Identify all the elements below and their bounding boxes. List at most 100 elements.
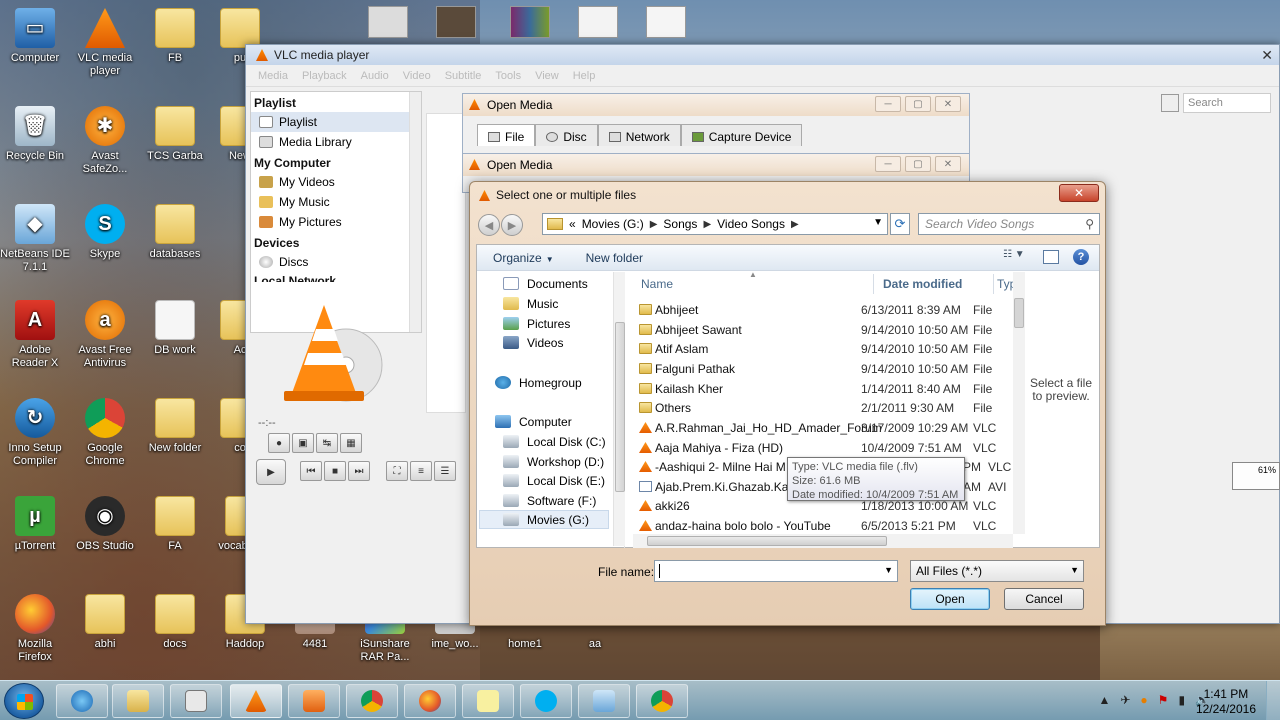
desktop-icon-db-work[interactable]: DB work	[140, 300, 210, 357]
snapshot-button[interactable]: ▣	[292, 433, 314, 453]
desktop-icon-docs[interactable]: docs	[140, 594, 210, 651]
playlist-toggle-button[interactable]: ☰	[434, 461, 456, 481]
nav-item-software-f[interactable]: Software (F:)	[503, 491, 596, 510]
desktop-icon-new-folder[interactable]: New folder	[140, 398, 210, 455]
column-divider[interactable]	[993, 274, 994, 294]
file-row[interactable]: Abhijeet Sawant 9/14/2010 10:50 AM File	[633, 320, 1017, 339]
nav-item-pictures[interactable]: Pictures	[503, 314, 570, 333]
record-button[interactable]: ●	[268, 433, 290, 453]
new-folder-button[interactable]: New folder	[570, 251, 659, 265]
taskbar-chrome[interactable]	[346, 684, 398, 718]
close-icon[interactable]: ✕	[935, 96, 961, 112]
search-input[interactable]: Search Video Songs ⚲	[918, 213, 1100, 235]
nav-item-local-disk-e[interactable]: Local Disk (E:)	[503, 471, 605, 490]
chevron-down-icon[interactable]: ▼	[873, 217, 883, 228]
sidebar-item-playlist[interactable]: Playlist	[251, 112, 421, 132]
file-row[interactable]: Falguni Pathak 9/14/2010 10:50 AM File	[633, 359, 1017, 378]
maximize-icon[interactable]: ▢	[905, 156, 931, 172]
breadcrumb-video-songs[interactable]: Video Songs	[717, 217, 785, 231]
desktop-file-thumb[interactable]	[368, 6, 408, 38]
desktop-icon-inno-setup[interactable]: ↻ Inno Setup Compiler	[0, 398, 70, 468]
breadcrumb-overflow[interactable]: «	[569, 217, 576, 231]
previous-button[interactable]: ⏮	[300, 461, 322, 481]
playlist-search-input[interactable]: Search	[1183, 93, 1271, 113]
open-button[interactable]: Open	[910, 588, 990, 610]
file-row[interactable]: Atif Aslam 9/14/2010 10:50 AM File	[633, 339, 1017, 358]
preview-pane-icon[interactable]	[1043, 250, 1059, 264]
fullscreen-button[interactable]: ⛶	[386, 461, 408, 481]
nav-item-movies-g[interactable]: Movies (G:)	[479, 510, 609, 529]
nav-item-videos[interactable]: Videos	[503, 333, 563, 352]
menu-playback[interactable]: Playback	[302, 70, 347, 82]
help-icon[interactable]: ?	[1073, 249, 1089, 265]
sidebar-scrollbar[interactable]	[409, 92, 421, 332]
file-list-horizontal-scrollbar[interactable]	[633, 534, 1013, 548]
breadcrumb-songs[interactable]: Songs	[663, 217, 697, 231]
file-list-vertical-scrollbar[interactable]	[1013, 272, 1025, 534]
taskbar-skype[interactable]	[520, 684, 572, 718]
sidebar-item-my-videos[interactable]: My Videos	[251, 172, 421, 192]
open-media-title-bar[interactable]: Open Media ─ ▢ ✕	[463, 94, 969, 116]
organize-button[interactable]: Organize ▼	[477, 251, 570, 265]
scrollbar-thumb[interactable]	[647, 536, 887, 546]
minimize-icon[interactable]: ─	[875, 156, 901, 172]
desktop-icon-utorrent[interactable]: µ µTorrent	[0, 496, 70, 553]
file-name-input[interactable]: ▼	[654, 560, 898, 582]
desktop-icon-fa[interactable]: FA	[140, 496, 210, 553]
sidebar-item-discs[interactable]: Discs	[251, 252, 421, 272]
stop-button[interactable]: ■	[324, 461, 346, 481]
chevron-right-icon[interactable]: ▶	[650, 219, 658, 230]
tab-network[interactable]: Network	[597, 124, 681, 146]
desktop-icon-adobe-reader[interactable]: A Adobe Reader X	[0, 300, 70, 370]
clock[interactable]: 1:41 PM 12/24/2016	[1196, 687, 1256, 717]
desktop-icon-avast-safezone[interactable]: ✱ Avast SafeZo...	[70, 106, 140, 176]
tab-capture-device[interactable]: Capture Device	[680, 124, 803, 146]
desktop-image-thumb[interactable]	[436, 6, 476, 38]
column-name[interactable]: Name	[641, 277, 673, 291]
network-signal-icon[interactable]: ▮	[1178, 693, 1185, 707]
sidebar-item-my-music[interactable]: My Music	[251, 192, 421, 212]
network-tray-icon[interactable]: ✈	[1120, 693, 1130, 707]
chevron-right-icon[interactable]: ▶	[703, 219, 711, 230]
loop-ab-button[interactable]: ↹	[316, 433, 338, 453]
file-row[interactable]: Others 2/1/2011 9:30 AM File	[633, 398, 1017, 417]
desktop-icon-fb[interactable]: FB	[140, 8, 210, 65]
tab-file[interactable]: File	[477, 124, 536, 146]
desktop-icon-avast-free[interactable]: a Avast Free Antivirus	[70, 300, 140, 370]
desktop-icon-netbeans[interactable]: ◆ NetBeans IDE 7.1.1	[0, 204, 70, 274]
file-row[interactable]: Aaja Mahiya - Fiza (HD) 10/4/2009 7:51 A…	[633, 438, 1017, 457]
extended-settings-button[interactable]: ≡	[410, 461, 432, 481]
play-button[interactable]: ▶	[256, 459, 286, 485]
vlc-title-bar[interactable]: VLC media player ✕	[246, 45, 1279, 65]
taskbar-vlc[interactable]	[230, 684, 282, 718]
file-row[interactable]: A.R.Rahman_Jai_Ho_HD_Amader_Forum 3/17/2…	[633, 418, 1017, 437]
address-bar[interactable]: « Movies (G:) ▶ Songs ▶ Video Songs ▶ ▼	[542, 213, 888, 235]
nav-item-workshop-d[interactable]: Workshop (D:)	[503, 452, 604, 471]
cancel-button[interactable]: Cancel	[1004, 588, 1084, 610]
open-media-title-bar[interactable]: Open Media ─ ▢ ✕	[463, 154, 969, 176]
chevron-right-icon[interactable]: ▶	[791, 219, 799, 230]
menu-media[interactable]: Media	[258, 70, 288, 82]
taskbar-netbeans[interactable]	[578, 684, 630, 718]
close-button[interactable]: ✕	[1059, 184, 1099, 202]
start-button[interactable]	[4, 683, 44, 719]
taskbar-explorer[interactable]	[112, 684, 164, 718]
nav-item-music[interactable]: Music	[503, 294, 558, 313]
show-hidden-icons-icon[interactable]: ▲	[1098, 693, 1110, 707]
flag-icon[interactable]: ⚑	[1158, 693, 1169, 707]
menu-help[interactable]: Help	[573, 70, 596, 82]
menu-tools[interactable]: Tools	[495, 70, 521, 82]
file-row[interactable]: Abhijeet 6/13/2011 8:39 AM File	[633, 300, 1017, 319]
menu-view[interactable]: View	[535, 70, 559, 82]
desktop-icon-computer[interactable]: ▭ Computer	[0, 8, 70, 65]
desktop-icon-tcs-garba[interactable]: TCS Garba	[140, 106, 210, 163]
file-type-select[interactable]: All Files (*.*) ▼	[910, 560, 1084, 582]
file-dialog-title-bar[interactable]: Select one or multiple files ✕	[470, 182, 1105, 208]
taskbar-app-book[interactable]	[170, 684, 222, 718]
taskbar-chrome-2[interactable]	[636, 684, 688, 718]
file-row[interactable]: andaz-haina bolo bolo - YouTube 6/5/2013…	[633, 516, 1017, 535]
back-button[interactable]: ◀	[478, 214, 500, 236]
tab-disc[interactable]: Disc	[535, 124, 598, 146]
desktop-doc-thumb[interactable]	[646, 6, 686, 38]
menu-video[interactable]: Video	[403, 70, 431, 82]
